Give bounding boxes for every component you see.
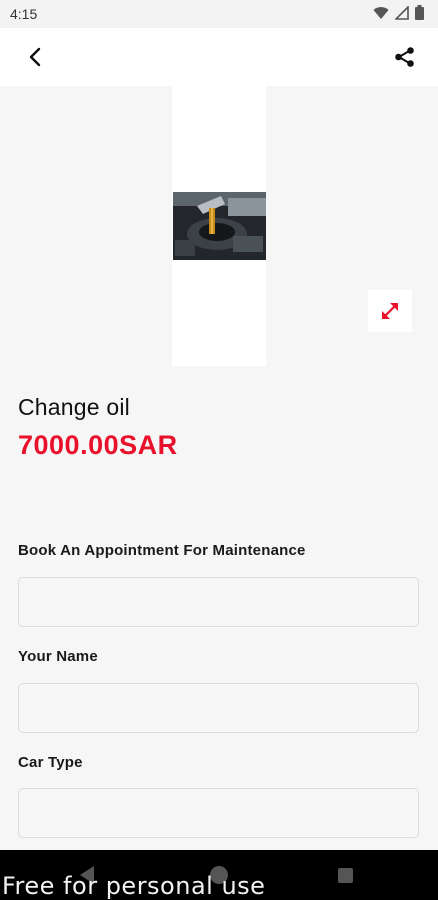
wifi-icon bbox=[373, 6, 389, 19]
engine-oil-photo bbox=[173, 192, 266, 260]
status-icons bbox=[373, 5, 424, 20]
appointment-label: Book An Appointment For Maintenance bbox=[18, 542, 306, 559]
product-price: 7000.00SAR bbox=[18, 430, 178, 460]
expand-image-button[interactable] bbox=[368, 290, 412, 332]
back-arrow-icon bbox=[29, 47, 41, 67]
status-time: 4:15 bbox=[10, 6, 38, 22]
product-details: Change oil 7000.00SAR Book An Appointmen… bbox=[0, 382, 438, 850]
appointment-input[interactable] bbox=[18, 577, 419, 627]
product-title: Change oil bbox=[18, 394, 130, 420]
watermark: Free for personal use bbox=[2, 872, 266, 900]
battery-icon bbox=[415, 5, 424, 20]
product-gallery bbox=[0, 86, 438, 382]
nav-recents-icon[interactable] bbox=[338, 868, 353, 883]
signal-icon bbox=[395, 5, 409, 20]
name-label: Your Name bbox=[18, 648, 98, 665]
expand-icon bbox=[382, 303, 398, 319]
car-type-input[interactable] bbox=[18, 788, 419, 838]
share-button[interactable] bbox=[388, 40, 422, 74]
app-bar bbox=[0, 28, 438, 86]
share-icon bbox=[395, 47, 414, 67]
status-bar: 4:15 bbox=[0, 0, 438, 28]
name-input[interactable] bbox=[18, 683, 419, 733]
product-image[interactable] bbox=[173, 192, 266, 260]
back-button[interactable] bbox=[18, 40, 52, 74]
car-type-label: Car Type bbox=[18, 754, 83, 771]
